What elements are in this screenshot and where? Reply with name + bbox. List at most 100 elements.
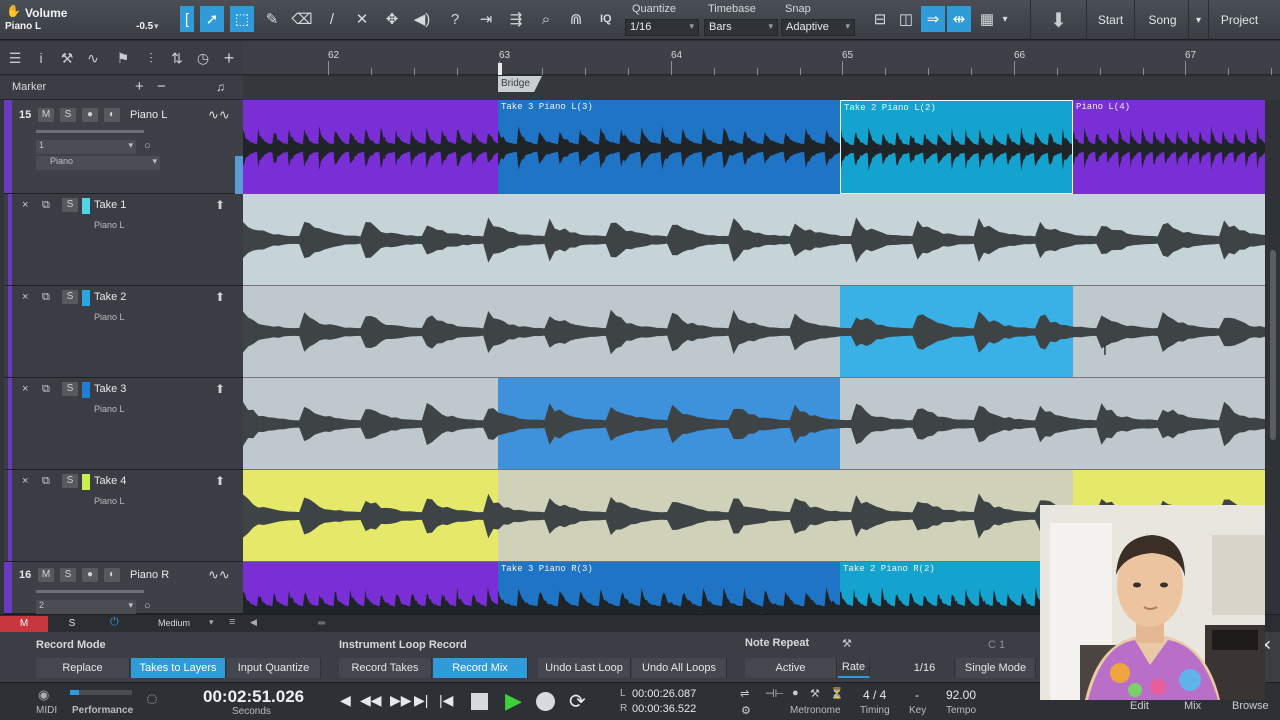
record-button[interactable] <box>536 692 555 711</box>
tool-bracket-icon[interactable]: [ <box>180 6 194 32</box>
note-repeat-rate-value[interactable]: 1/16 <box>895 658 955 678</box>
project-page-button[interactable]: Project <box>1208 0 1270 40</box>
timing-value[interactable]: 4 / 4 <box>863 688 886 702</box>
forward-end-icon[interactable]: ▶| <box>414 692 428 709</box>
track-height-select[interactable]: Medium <box>158 618 190 628</box>
autoscroll-icon[interactable]: ⇥ <box>474 6 498 32</box>
marker-bridge[interactable]: Bridge <box>498 76 542 92</box>
activate-layer-icon[interactable]: ⬆ <box>215 382 225 396</box>
global-solo-button[interactable]: S <box>50 616 94 632</box>
take-header-1[interactable]: × ⧉ S Take 1 Piano L ⬆ <box>4 194 243 286</box>
arrow-tool-icon[interactable]: ➚ <box>200 6 224 32</box>
punch-icon[interactable]: ⊣⊢ <box>765 687 784 700</box>
bend-tool-icon[interactable]: ✥ <box>380 6 404 32</box>
track-solo-button[interactable]: S <box>60 108 76 122</box>
vertical-scrollbar[interactable] <box>1266 100 1280 614</box>
return-zero-icon[interactable]: |◀ <box>439 692 453 709</box>
take-header-3[interactable]: × ⧉ S Take 3 Piano L ⬆ <box>4 378 243 470</box>
track-record-button[interactable]: ● <box>82 568 98 582</box>
gear-icon[interactable]: ⚙ <box>741 704 751 717</box>
track-mute-button[interactable]: M <box>38 568 54 582</box>
track-parameter-value[interactable]: -0.5 <box>136 21 153 32</box>
metronome-tempo-icon[interactable]: ⏳ <box>830 687 844 700</box>
track-header-piano-r[interactable]: 16 M S ● ◐ Piano R ∿∿ 2 ▾ ○ <box>4 562 243 614</box>
add-marker-icon[interactable]: + <box>135 78 144 95</box>
track-monitor-button[interactable]: ◐ <box>104 568 120 582</box>
track-name[interactable]: Piano R <box>130 569 169 581</box>
listen-tool-icon[interactable]: ◀) <box>410 6 434 32</box>
tempo-value[interactable]: 92.00 <box>946 688 976 702</box>
record-mix-button[interactable]: Record Mix <box>433 658 528 678</box>
mixer-icon[interactable]: ⫶ <box>142 49 160 67</box>
wrench-icon[interactable]: ⚒ <box>58 49 76 67</box>
note-repeat-wrench-icon[interactable]: ⚒ <box>842 637 852 650</box>
delete-layer-icon[interactable]: × <box>22 475 28 487</box>
snap-magnet-icon[interactable]: ⋒ <box>564 6 588 32</box>
track-solo-button[interactable]: S <box>60 568 76 582</box>
layer-lane-take-1[interactable] <box>243 194 1265 286</box>
layer-solo-button[interactable]: S <box>62 198 78 212</box>
add-track-icon[interactable]: + <box>220 49 238 67</box>
flag-icon[interactable]: ⚑ <box>114 49 132 67</box>
track-input-monitor-icon[interactable]: ○ <box>144 600 151 612</box>
track-volume-slider[interactable] <box>36 130 144 133</box>
track-channel-select[interactable]: 2 ▾ <box>36 600 136 614</box>
loop-start-marker[interactable] <box>498 63 502 75</box>
take-header-2[interactable]: × ⧉ S Take 2 Piano L ⬆ <box>4 286 243 378</box>
track-instrument-select[interactable]: Piano ▾ <box>36 156 160 170</box>
power-icon[interactable]: ⏻ <box>110 616 119 629</box>
song-dropdown-icon[interactable]: ▾ <box>1188 0 1208 40</box>
timeline-ruler[interactable]: 62 63 64 65 66 67 <box>243 41 1280 75</box>
layer-lane-take-3[interactable] <box>243 378 1265 470</box>
zoom-out-icon[interactable]: ⊟ <box>868 6 892 32</box>
clip-segment[interactable] <box>243 562 498 614</box>
split-tool-icon[interactable]: ✎ <box>260 6 284 32</box>
undo-all-loops-button[interactable]: Undo All Loops <box>632 658 727 678</box>
help-icon[interactable]: ? <box>443 6 467 32</box>
note-repeat-rate-label[interactable]: Rate <box>838 658 870 678</box>
expand-icon[interactable]: ⇅ <box>168 49 186 67</box>
track-volume-slider[interactable] <box>36 590 144 593</box>
layer-name[interactable]: Take 3 <box>94 383 126 395</box>
play-button[interactable]: ▶ <box>505 688 522 714</box>
grid-dropdown-icon[interactable]: ▾ <box>998 6 1012 32</box>
track-mute-button[interactable]: M <box>38 108 54 122</box>
rewind-start-icon[interactable]: ◀ <box>340 692 351 709</box>
search-icon[interactable]: ⌕ <box>534 6 558 32</box>
clock-icon[interactable]: ◷ <box>194 49 212 67</box>
record-takes-button[interactable]: Record Takes <box>339 658 432 678</box>
clip-take2[interactable]: Take 2 Piano L(2) <box>840 100 1073 194</box>
clip-take2-r[interactable]: Take 2 Piano R(2) <box>840 562 1073 614</box>
stop-button[interactable] <box>471 693 488 710</box>
loop-left-time[interactable]: 00:00:26.087 <box>632 688 696 700</box>
note-repeat-note[interactable]: C 1 <box>988 639 1005 651</box>
input-quantize-button[interactable]: Input Quantize <box>227 658 321 678</box>
delete-layer-icon[interactable]: × <box>22 291 28 303</box>
iq-button[interactable]: IQ <box>600 13 612 25</box>
duplicate-layer-icon[interactable]: ⧉ <box>42 383 50 396</box>
clip-piano-l4[interactable]: Piano L(4) <box>1073 100 1265 194</box>
nudge-split-icon[interactable]: ⇹ <box>947 6 971 32</box>
layer-name[interactable]: Take 4 <box>94 475 126 487</box>
mix-view-button[interactable]: Mix <box>1184 700 1201 712</box>
track-monitor-button[interactable]: ◐ <box>104 108 120 122</box>
automation-icon[interactable]: ∿ <box>84 49 102 67</box>
key-value[interactable]: - <box>915 688 919 702</box>
global-mute-button[interactable]: M <box>0 616 48 632</box>
forward-icon[interactable]: ▶▶ <box>390 692 412 709</box>
marker-note-icon[interactable]: ♫ <box>216 80 225 94</box>
value-dropdown-icon[interactable]: ▾ <box>154 21 159 32</box>
loop-right-time[interactable]: 00:00:36.522 <box>632 703 696 715</box>
follow-icon[interactable]: ⇶ <box>504 6 528 32</box>
track-name[interactable]: Piano L <box>130 109 167 121</box>
scroll-left-icon[interactable]: ◀ <box>250 617 257 628</box>
track-waveform-icon[interactable]: ∿∿ <box>208 567 230 583</box>
undo-last-loop-button[interactable]: Undo Last Loop <box>538 658 631 678</box>
activate-layer-icon[interactable]: ⬆ <box>215 474 225 488</box>
scrollbar-thumb[interactable] <box>1270 250 1276 440</box>
quantize-select[interactable]: 1/16 <box>625 19 699 36</box>
take-header-4[interactable]: × ⧉ S Take 4 Piano L ⬆ <box>4 470 243 562</box>
range-tool-icon[interactable]: ⬚ <box>230 6 254 32</box>
start-page-button[interactable]: Start <box>1086 0 1134 40</box>
layer-solo-button[interactable]: S <box>62 382 78 396</box>
